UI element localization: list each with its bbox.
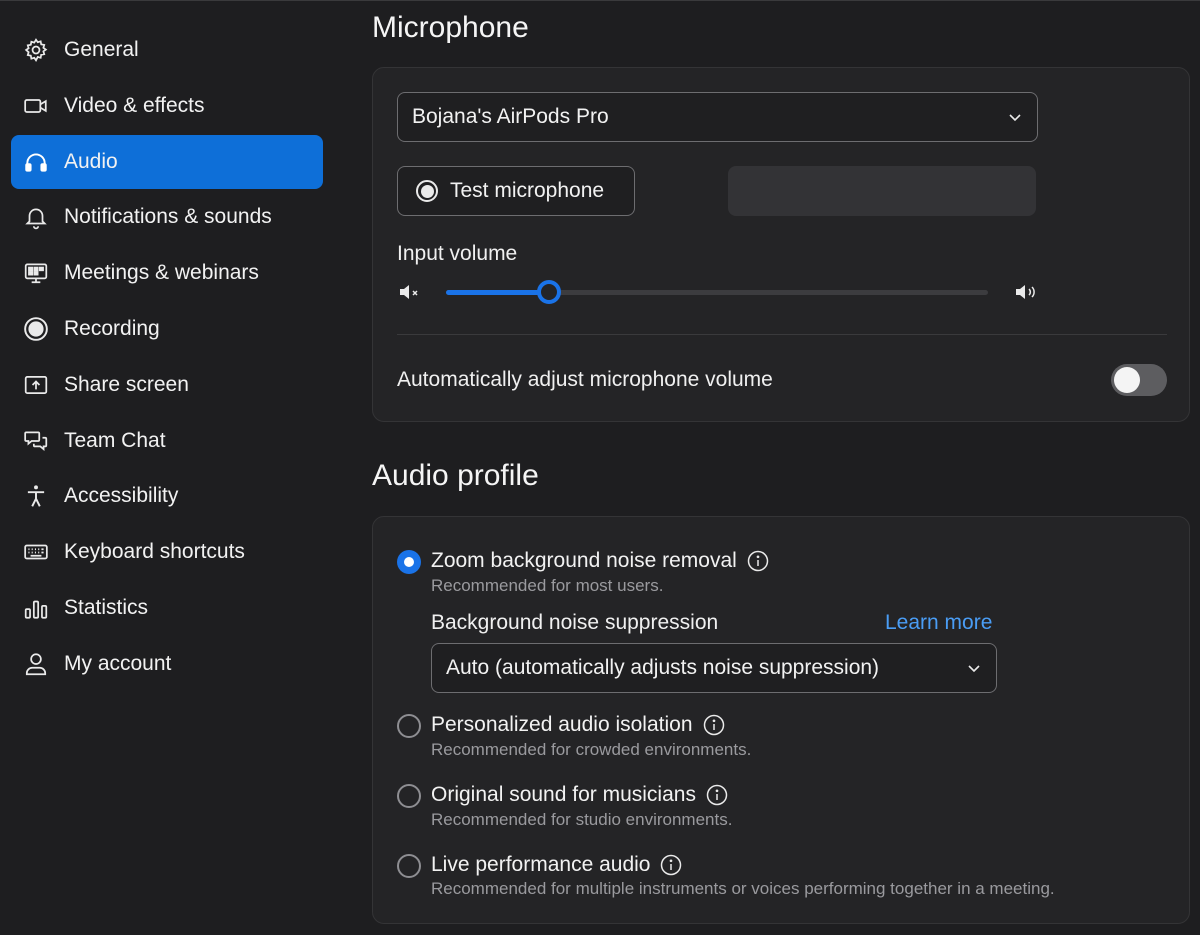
sidebar-item-label: My account bbox=[64, 652, 172, 675]
sidebar-item-label: Video & effects bbox=[64, 94, 205, 117]
record-icon bbox=[23, 316, 49, 342]
input-volume-slider-fill bbox=[446, 290, 549, 295]
learn-more-link[interactable]: Learn more bbox=[885, 611, 992, 635]
settings-sidebar: General Video & effects Audio Notificati… bbox=[0, 1, 340, 935]
option-title-text: Live performance audio bbox=[431, 853, 651, 876]
option-title-text: Personalized audio isolation bbox=[431, 713, 693, 736]
sidebar-item-general[interactable]: General bbox=[11, 23, 323, 77]
option-title: Personalized audio isolation bbox=[431, 713, 725, 737]
sidebar-item-keyboard-shortcuts[interactable]: Keyboard shortcuts bbox=[11, 525, 323, 579]
radio-live-performance-audio[interactable] bbox=[397, 854, 421, 878]
headphones-icon bbox=[23, 149, 49, 175]
info-icon[interactable] bbox=[703, 714, 725, 736]
auto-adjust-label: Automatically adjust microphone volume bbox=[397, 368, 773, 391]
sidebar-item-label: Statistics bbox=[64, 596, 149, 619]
info-icon[interactable] bbox=[747, 550, 769, 572]
sidebar-item-share-screen[interactable]: Share screen bbox=[11, 358, 323, 412]
test-microphone-label: Test microphone bbox=[450, 179, 605, 202]
test-microphone-button[interactable]: Test microphone bbox=[397, 166, 635, 216]
input-volume-label: Input volume bbox=[397, 242, 518, 265]
noise-suppression-label: Background noise suppression bbox=[431, 611, 719, 634]
info-icon[interactable] bbox=[660, 854, 682, 876]
sidebar-item-recording[interactable]: Recording bbox=[11, 302, 323, 356]
option-title-text: Zoom background noise removal bbox=[431, 549, 737, 572]
sidebar-item-meetings-webinars[interactable]: Meetings & webinars bbox=[11, 246, 323, 300]
microphone-device-value: Bojana's AirPods Pro bbox=[412, 105, 609, 128]
sidebar-item-label: Team Chat bbox=[64, 429, 166, 452]
audio-profile-section-title: Audio profile bbox=[372, 459, 539, 492]
chevron-down-icon bbox=[1009, 114, 1021, 122]
sidebar-item-label: Keyboard shortcuts bbox=[64, 540, 245, 563]
auto-adjust-toggle[interactable] bbox=[1111, 364, 1167, 396]
sidebar-item-label: Audio bbox=[64, 150, 118, 173]
gear-icon bbox=[23, 37, 49, 63]
sidebar-item-accessibility[interactable]: Accessibility bbox=[11, 469, 323, 523]
sidebar-item-label: Recording bbox=[64, 317, 160, 340]
radio-original-sound-musicians[interactable] bbox=[397, 784, 421, 808]
microphone-card: Bojana's AirPods Pro Test microphone Inp… bbox=[372, 67, 1190, 422]
sidebar-item-video-effects[interactable]: Video & effects bbox=[11, 79, 323, 133]
option-title: Original sound for musicians bbox=[431, 783, 728, 807]
microphone-device-select[interactable]: Bojana's AirPods Pro bbox=[397, 92, 1038, 142]
noise-suppression-value: Auto (automatically adjusts noise suppre… bbox=[446, 656, 880, 679]
sidebar-item-notifications[interactable]: Notifications & sounds bbox=[11, 190, 323, 244]
sidebar-item-label: Accessibility bbox=[64, 484, 179, 507]
sidebar-item-my-account[interactable]: My account bbox=[11, 637, 323, 691]
radio-zoom-noise-removal[interactable] bbox=[397, 550, 421, 574]
chevron-down-icon bbox=[968, 665, 980, 673]
bell-icon bbox=[23, 204, 49, 230]
sidebar-item-audio[interactable]: Audio bbox=[11, 135, 323, 189]
accessibility-icon bbox=[23, 483, 49, 509]
chat-bubbles-icon bbox=[23, 428, 49, 454]
option-subtitle: Recommended for multiple instruments or … bbox=[431, 879, 1055, 898]
share-screen-icon bbox=[23, 372, 49, 398]
input-volume-slider-thumb[interactable] bbox=[536, 280, 561, 304]
volume-up-icon bbox=[1016, 285, 1035, 299]
radio-personalized-audio-isolation[interactable] bbox=[397, 714, 421, 738]
input-volume-slider[interactable] bbox=[446, 280, 988, 304]
noise-suppression-select[interactable]: Auto (automatically adjusts noise suppre… bbox=[431, 643, 997, 693]
video-camera-icon bbox=[23, 93, 49, 119]
audio-profile-card: Zoom background noise removal Recommende… bbox=[372, 516, 1190, 924]
sidebar-item-label: Notifications & sounds bbox=[64, 205, 272, 228]
record-icon bbox=[416, 180, 438, 202]
option-subtitle: Recommended for crowded environments. bbox=[431, 740, 752, 759]
sidebar-item-statistics[interactable]: Statistics bbox=[11, 581, 323, 635]
microphone-section-title: Microphone bbox=[372, 11, 529, 44]
sidebar-item-label: Share screen bbox=[64, 373, 189, 396]
sidebar-item-label: General bbox=[64, 38, 139, 61]
toggle-knob bbox=[1114, 367, 1140, 393]
volume-mute-icon bbox=[400, 285, 418, 299]
option-subtitle: Recommended for most users. bbox=[431, 576, 664, 595]
divider bbox=[397, 334, 1167, 335]
option-subtitle: Recommended for studio environments. bbox=[431, 810, 733, 829]
option-title: Zoom background noise removal bbox=[431, 549, 769, 573]
info-icon[interactable] bbox=[706, 784, 728, 806]
meeting-monitor-icon bbox=[23, 260, 49, 286]
sidebar-item-label: Meetings & webinars bbox=[64, 261, 259, 284]
settings-window: General Video & effects Audio Notificati… bbox=[0, 0, 1200, 935]
keyboard-icon bbox=[23, 539, 49, 565]
user-icon bbox=[23, 651, 49, 677]
bar-chart-icon bbox=[23, 595, 49, 621]
microphone-level-meter bbox=[728, 166, 1036, 216]
option-title: Live performance audio bbox=[431, 853, 682, 877]
sidebar-item-team-chat[interactable]: Team Chat bbox=[11, 414, 323, 468]
option-title-text: Original sound for musicians bbox=[431, 783, 696, 806]
